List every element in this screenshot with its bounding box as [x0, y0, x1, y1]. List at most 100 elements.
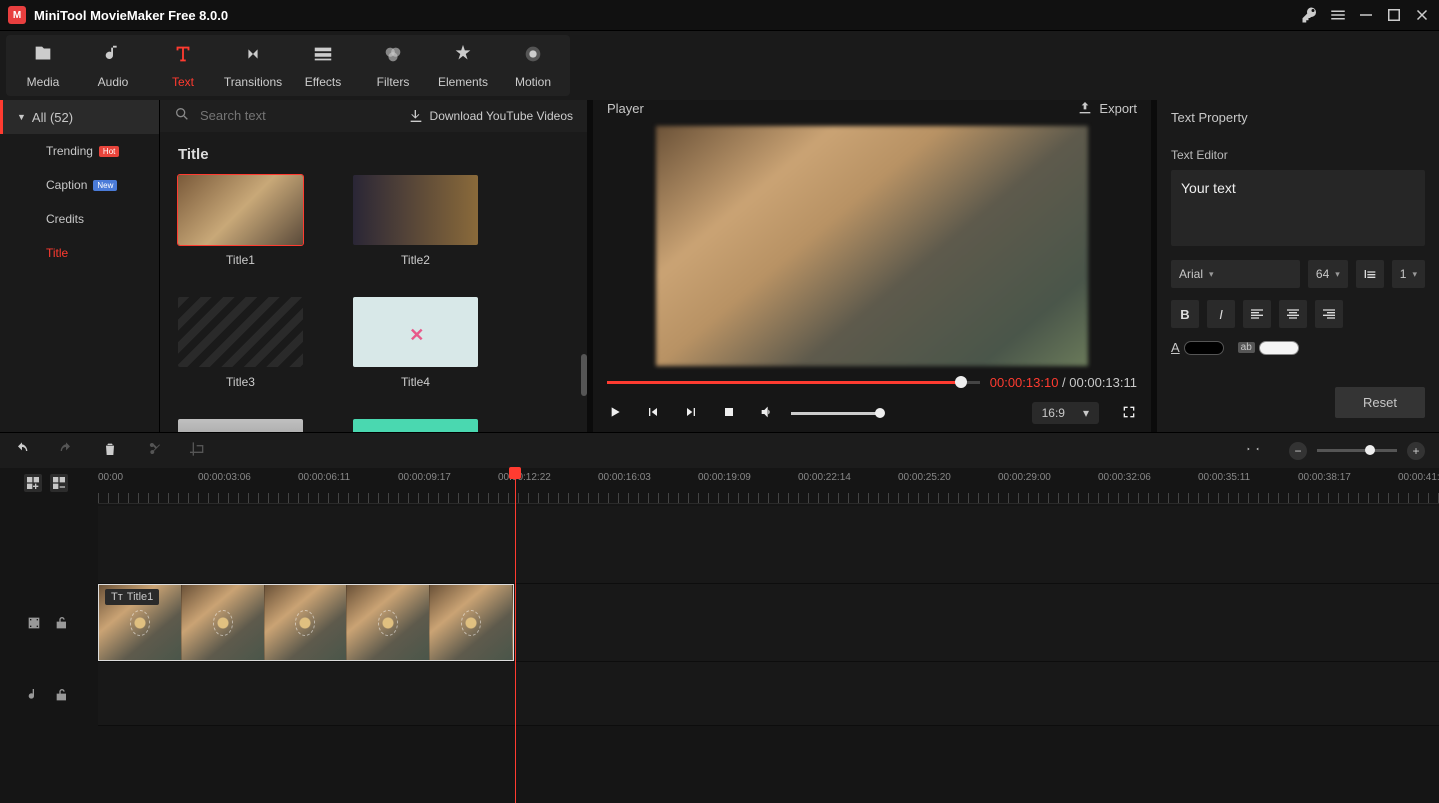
stop-button[interactable] [721, 404, 737, 423]
ruler-tick: 00:00:16:03 [598, 472, 651, 483]
thumb-title4[interactable]: Title4 [353, 297, 478, 389]
align-center-button[interactable] [1279, 300, 1307, 328]
highlight-icon: ab [1238, 342, 1255, 353]
category-sidebar: ▼All (52) TrendingHot CaptionNew Credits… [0, 100, 160, 432]
ruler-tick: 00:00:22:14 [798, 472, 851, 483]
tab-media[interactable]: Media [12, 35, 74, 96]
add-track-button[interactable] [24, 474, 42, 492]
panel-resize-handle[interactable] [581, 354, 587, 396]
search-input[interactable] [200, 108, 398, 123]
category-all[interactable]: ▼All (52) [0, 100, 159, 134]
seek-bar[interactable] [607, 381, 980, 384]
text-editor-input[interactable]: Your text [1171, 170, 1425, 246]
category-title[interactable]: Title [0, 236, 159, 270]
thumb-title6[interactable] [353, 419, 478, 432]
text-color-picker[interactable]: A [1171, 340, 1224, 355]
align-right-button[interactable] [1315, 300, 1343, 328]
zoom-in-button[interactable]: + [1407, 442, 1425, 460]
category-trending[interactable]: TrendingHot [0, 134, 159, 168]
tab-transitions[interactable]: Transitions [222, 35, 284, 96]
prev-frame-button[interactable] [645, 404, 661, 423]
main-toolbar: Media Audio Text Transitions Effects Fil… [0, 30, 1439, 100]
remove-track-button[interactable] [50, 474, 68, 492]
tab-filters[interactable]: Filters [362, 35, 424, 96]
video-preview[interactable] [656, 126, 1088, 366]
split-button[interactable] [146, 441, 162, 460]
timeline: 00:0000:00:03:0600:00:06:1100:00:09:1700… [0, 468, 1439, 803]
thumb-title2[interactable]: Title2 [353, 175, 478, 267]
tab-effects[interactable]: Effects [292, 35, 354, 96]
play-button[interactable] [607, 404, 623, 423]
clip-label: TᴛTitle1 [105, 589, 159, 605]
audio-track[interactable] [98, 662, 1439, 726]
ruler-tick: 00:00:09:17 [398, 472, 451, 483]
redo-button[interactable] [58, 441, 74, 460]
category-caption[interactable]: CaptionNew [0, 168, 159, 202]
video-track-header [0, 584, 98, 664]
ruler-tick: 00:00:19:09 [698, 472, 751, 483]
ruler-tick: 00:00:32:06 [1098, 472, 1151, 483]
audio-track-icon [26, 687, 42, 706]
category-credits[interactable]: Credits [0, 202, 159, 236]
lock-icon[interactable] [54, 687, 70, 706]
thumb-title5[interactable] [178, 419, 303, 432]
thumb-title3[interactable]: Title3 [178, 297, 303, 389]
chevron-down-icon: ▼ [17, 112, 26, 122]
ruler-tick: 00:00:29:00 [998, 472, 1051, 483]
time-display: 00:00:13:10 / 00:00:13:11 [990, 375, 1137, 390]
reset-button[interactable]: Reset [1335, 387, 1425, 418]
app-title: MiniTool MovieMaker Free 8.0.0 [34, 8, 1301, 23]
ruler-tick: 00:00:35:11 [1198, 472, 1250, 483]
crop-button[interactable] [190, 441, 206, 460]
ruler-tick: 00:00:41:23 [1398, 472, 1439, 483]
line-spacing-select[interactable]: 1▾ [1392, 260, 1425, 288]
lock-icon[interactable] [54, 615, 70, 634]
tab-text[interactable]: Text [152, 35, 214, 96]
thumb-title1[interactable]: Title1 [178, 175, 303, 267]
properties-title: Text Property [1157, 100, 1439, 134]
minimize-button[interactable] [1357, 6, 1375, 24]
player-panel: Player Export 00:00:13:10 / 00:00:13:11 … [593, 100, 1151, 432]
download-videos-link[interactable]: Download YouTube Videos [408, 108, 573, 124]
tab-elements[interactable]: Elements [432, 35, 494, 96]
video-track-icon [26, 615, 42, 634]
align-left-button[interactable] [1243, 300, 1271, 328]
volume-slider[interactable] [791, 412, 881, 415]
tab-audio[interactable]: Audio [82, 35, 144, 96]
playhead[interactable] [515, 468, 516, 803]
key-icon[interactable] [1301, 6, 1319, 24]
undo-button[interactable] [14, 441, 30, 460]
aspect-ratio-select[interactable]: 16:9▾ [1032, 402, 1099, 424]
highlight-color-picker[interactable]: ab [1238, 341, 1299, 355]
video-track[interactable]: TᴛTitle1 [98, 584, 1439, 662]
chevron-down-icon: ▾ [1335, 269, 1340, 280]
text-track[interactable] [98, 506, 1439, 584]
ruler-tick: 00:00:12:22 [498, 472, 551, 483]
menu-icon[interactable] [1329, 6, 1347, 24]
close-button[interactable] [1413, 6, 1431, 24]
text-icon: Tᴛ [111, 591, 123, 603]
tab-motion[interactable]: Motion [502, 35, 564, 96]
text-track-header [0, 504, 98, 584]
italic-button[interactable]: I [1207, 300, 1235, 328]
text-color-icon: A [1171, 340, 1180, 355]
chevron-down-icon: ▾ [1209, 269, 1214, 280]
font-size-select[interactable]: 64▾ [1308, 260, 1348, 288]
export-button[interactable]: Export [1077, 100, 1137, 116]
properties-panel: ▶ Text Property Text Editor Your text Ar… [1157, 100, 1439, 432]
volume-button[interactable] [759, 404, 775, 423]
line-spacing-icon [1356, 260, 1384, 288]
time-ruler[interactable]: 00:0000:00:03:0600:00:06:1100:00:09:1700… [98, 468, 1439, 504]
zoom-slider[interactable] [1317, 449, 1397, 452]
zoom-out-button[interactable]: − [1289, 442, 1307, 460]
bold-button[interactable]: B [1171, 300, 1199, 328]
delete-button[interactable] [102, 441, 118, 460]
audio-track-header [0, 664, 98, 728]
ruler-tick: 00:00:38:17 [1298, 472, 1351, 483]
video-clip[interactable]: TᴛTitle1 [98, 584, 514, 661]
next-frame-button[interactable] [683, 404, 699, 423]
fit-button[interactable] [1245, 441, 1261, 460]
font-family-select[interactable]: Arial▾ [1171, 260, 1300, 288]
fullscreen-button[interactable] [1121, 404, 1137, 423]
maximize-button[interactable] [1385, 6, 1403, 24]
